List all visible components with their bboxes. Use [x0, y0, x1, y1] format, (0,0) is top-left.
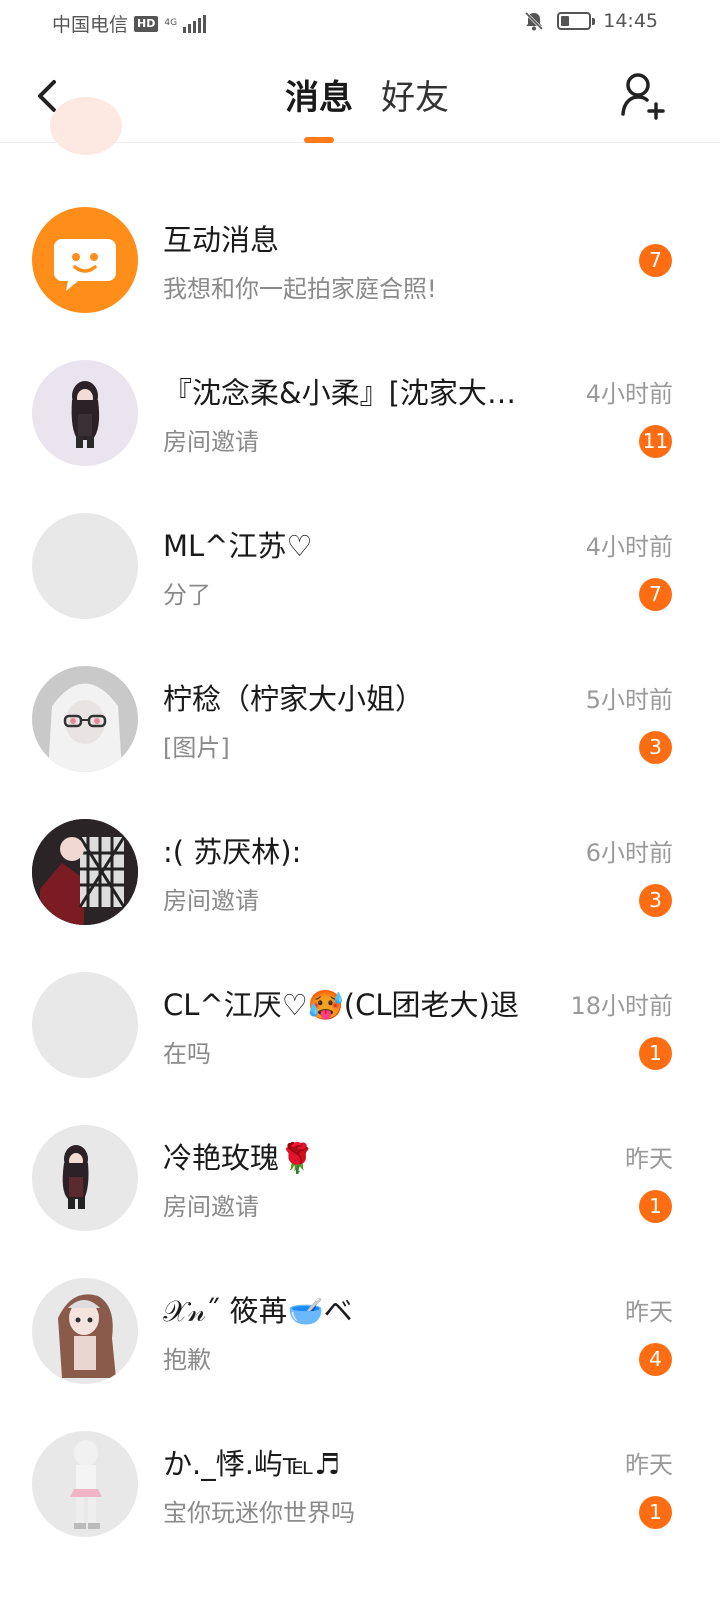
- conversation-name: 互动消息: [163, 223, 280, 257]
- clock: 14:45: [603, 10, 658, 32]
- add-friend-button[interactable]: [620, 70, 668, 122]
- unread-badge: 3: [639, 884, 672, 917]
- conversation-name: 柠稔（柠家大小姐）: [163, 682, 425, 716]
- avatar: [32, 1278, 138, 1384]
- character-avatar-image: [71, 381, 100, 448]
- conversation-name: 『沈念柔&小柔』[沈家大小姐]: [163, 376, 543, 410]
- conversation-preview: 在吗: [163, 1040, 211, 1068]
- character-avatar-image: [32, 819, 138, 925]
- conversation-preview: 抱歉: [163, 1346, 211, 1374]
- unread-badge: 7: [639, 578, 672, 611]
- conversation-preview: 分了: [163, 581, 211, 609]
- conversation-row[interactable]: :( 苏厌林): 房间邀请 6小时前 3: [0, 807, 720, 947]
- avatar: [32, 666, 138, 772]
- conversation-name: ML^江苏♡: [163, 529, 313, 563]
- tab-friends[interactable]: 好友: [381, 70, 449, 131]
- add-user-icon: [621, 73, 665, 120]
- conversation-time: 5小时前: [585, 686, 673, 714]
- conversation-time: 昨天: [625, 1298, 673, 1326]
- conversation-time: 18小时前: [570, 992, 673, 1020]
- unread-badge: 7: [639, 244, 672, 277]
- carrier-label: 中国电信: [52, 14, 129, 36]
- conversation-row[interactable]: か._悸.屿℡♬ 宝你玩迷你世界吗 昨天 1: [0, 1419, 720, 1559]
- conversation-row[interactable]: 柠稔（柠家大小姐） [图片] 5小时前 3: [0, 654, 720, 794]
- interaction-messages-row[interactable]: 互动消息 我想和你一起拍家庭合照! 7: [0, 195, 720, 335]
- conversation-preview: 房间邀请: [163, 428, 259, 456]
- tab-messages-label: 消息: [285, 78, 353, 118]
- conversation-row[interactable]: CL^江厌♡🥵(CL团老大)退 在吗 18小时前 1: [0, 960, 720, 1100]
- unread-badge: 11: [639, 425, 672, 458]
- avatar: [32, 360, 138, 466]
- avatar: [32, 1125, 138, 1231]
- avatar: [32, 513, 138, 619]
- tab-friends-label: 好友: [381, 78, 449, 118]
- unread-badge: 4: [639, 1343, 672, 1376]
- conversation-row[interactable]: 冷艳玫瑰🌹 房间邀请 昨天 1: [0, 1113, 720, 1253]
- status-right: 14:45: [523, 10, 658, 32]
- conversation-time: 4小时前: [585, 533, 673, 561]
- unread-badge: 1: [639, 1037, 672, 1070]
- unread-badge: 1: [639, 1190, 672, 1223]
- character-avatar-image: [70, 1440, 102, 1529]
- chat-bubble-icon: [54, 239, 116, 291]
- avatar: [32, 972, 138, 1078]
- status-bar: 中国电信 HD 4G 14:45: [0, 0, 720, 48]
- conversation-preview: 宝你玩迷你世界吗: [163, 1499, 355, 1527]
- conversation-preview: 我想和你一起拍家庭合照!: [163, 275, 437, 303]
- tab-messages[interactable]: 消息: [285, 70, 353, 143]
- partial-avatar: [50, 97, 122, 155]
- conversation-row[interactable]: 𝒳𝓃˝ 筱苒🥣ベ 抱歉 昨天 4: [0, 1266, 720, 1406]
- conversation-name: CL^江厌♡🥵(CL团老大)退: [163, 988, 519, 1022]
- character-avatar-image: [48, 683, 122, 772]
- battery-fill: [561, 16, 570, 26]
- avatar: [32, 1431, 138, 1537]
- conversation-time: 昨天: [625, 1451, 673, 1479]
- conversation-time: 昨天: [625, 1145, 673, 1173]
- avatar: [32, 819, 138, 925]
- conversation-row[interactable]: 『沈念柔&小柔』[沈家大小姐] 房间邀请 4小时前 11: [0, 348, 720, 488]
- tab-indicator: [304, 137, 334, 143]
- character-avatar-image: [58, 1294, 116, 1378]
- conversation-name: 冷艳玫瑰🌹: [163, 1141, 316, 1175]
- conversation-name: 𝒳𝓃˝ 筱苒🥣ベ: [163, 1294, 353, 1328]
- conversation-preview: [图片]: [163, 734, 230, 762]
- network-label: 4G: [164, 18, 178, 28]
- interaction-avatar: [32, 207, 138, 313]
- conversation-row[interactable]: ML^江苏♡ 分了 4小时前 7: [0, 501, 720, 641]
- unread-badge: 3: [639, 731, 672, 764]
- conversation-name: :( 苏厌林):: [163, 835, 302, 869]
- signal-icon: [183, 14, 207, 33]
- conversation-preview: 房间邀请: [163, 1193, 259, 1221]
- battery-icon: [557, 12, 596, 30]
- conversation-time: 6小时前: [585, 839, 673, 867]
- hd-badge: HD: [134, 15, 159, 32]
- status-left: 中国电信 HD 4G: [52, 10, 207, 37]
- bell-muted-icon: [525, 11, 544, 31]
- unread-badge: 1: [639, 1496, 672, 1529]
- conversation-preview: 房间邀请: [163, 887, 259, 915]
- conversation-time: 4小时前: [585, 380, 673, 408]
- character-avatar-image: [62, 1145, 89, 1209]
- conversation-name: か._悸.屿℡♬: [163, 1447, 341, 1481]
